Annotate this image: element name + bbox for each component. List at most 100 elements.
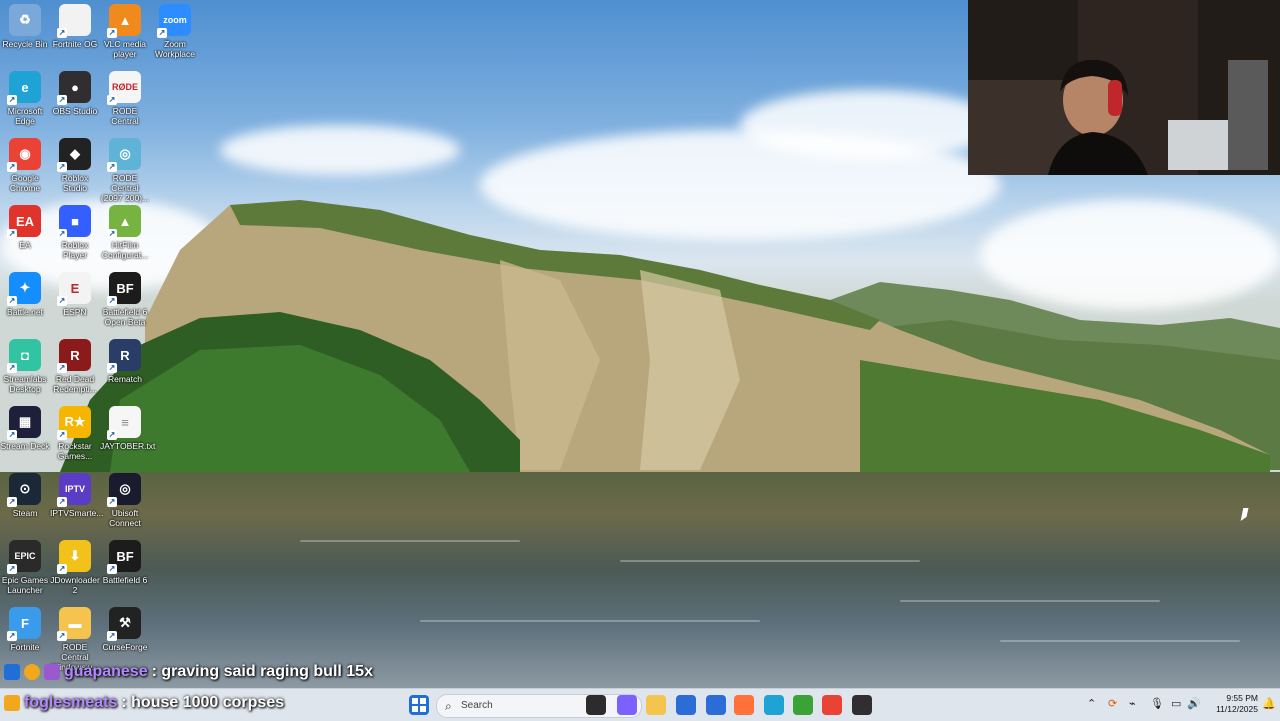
desktop-icon-roblox[interactable]: ■ ↗ Roblox Player [50, 205, 100, 269]
desktop-icon-label: Red Dead Redempti... [53, 374, 97, 394]
water-ripple [420, 620, 760, 622]
desktop-icon-ea[interactable]: EA ↗ EA [0, 205, 50, 269]
steam-icon: ⊙ ↗ [7, 473, 41, 507]
desktop-icon-steam[interactable]: ⊙ ↗ Steam [0, 473, 50, 537]
chat-username: guapanese [64, 663, 148, 680]
streamlabs-icon: ◘ ↗ [7, 339, 41, 373]
show-hidden-icons-chevron-icon[interactable]: ⌃ [1087, 697, 1096, 710]
desktop-icon-rode[interactable]: RØDE ↗ RODE Central [100, 71, 150, 135]
shortcut-arrow-icon: ↗ [107, 430, 117, 440]
desktop-icon-label: RODE Central (2097 200)... [100, 173, 150, 203]
desktop-icon-chrome[interactable]: ◉ ↗ Google Chrome [0, 138, 50, 202]
desktop-icon-battlefield[interactable]: BF ↗ Battlefield 6 [100, 540, 150, 604]
desktop-icon-installer[interactable]: ◎ ↗ RODE Central (2097 200)... [100, 138, 150, 203]
desktop-icon-vlc[interactable]: ▲ ↗ VLC media player [100, 4, 150, 68]
taskbar-edge-icon[interactable] [764, 695, 784, 715]
desktop-icon-iptv[interactable]: IPTV ↗ IPTVSmarte... [50, 473, 103, 537]
shortcut-arrow-icon: ↗ [107, 296, 117, 306]
windows-logo-icon [412, 698, 426, 712]
curseforge-icon: ⚒ ↗ [107, 607, 141, 641]
network-icon[interactable]: ⌁ [1129, 697, 1136, 710]
volume-icon[interactable]: 🔊 [1187, 697, 1201, 710]
clock-date: 11/12/2025 [1216, 704, 1258, 714]
shortcut-arrow-icon: ↗ [57, 497, 67, 507]
desktop-icon-label: EA [19, 240, 31, 250]
shortcut-arrow-icon: ↗ [7, 95, 17, 105]
desktop-icon-label: Google Chrome [9, 173, 41, 193]
battlefield-icon: BF ↗ [107, 540, 141, 574]
taskbar-microsoft-store-icon[interactable] [676, 695, 696, 715]
shortcut-arrow-icon: ↗ [107, 162, 117, 172]
sync-icon[interactable]: ⟳ [1108, 697, 1117, 710]
shortcut-arrow-icon: ↗ [57, 631, 67, 641]
desktop-icon-recycle-bin[interactable]: ♻ Recycle Bin [0, 4, 50, 68]
rdr-icon: R ↗ [57, 339, 91, 373]
desktop-icon-streamdeck[interactable]: ▦ ↗ Stream Deck [0, 406, 50, 470]
shortcut-arrow-icon: ↗ [107, 363, 117, 373]
shortcut-arrow-icon: ↗ [7, 497, 17, 507]
desktop-icon-label: Rematch [107, 374, 142, 384]
rode-icon: RØDE ↗ [107, 71, 141, 105]
microphone-icon[interactable]: 🎙 [1150, 697, 1164, 710]
desktop-icon-jdownloader[interactable]: ⬇ ↗ JDownloader 2 [50, 540, 100, 604]
desktop-icon-label: VLC media player [103, 39, 147, 59]
desktop-icon-label: Rockstar Games... [57, 441, 93, 461]
chat-badge-icon [4, 664, 20, 680]
desktop-icon-label: JAYTOBER.txt [100, 441, 156, 451]
taskbar-visual-studio-icon[interactable] [706, 695, 726, 715]
desktop-icon-epic[interactable]: EPIC ↗ Epic Games Launcher [0, 540, 50, 604]
taskbar-xbox-icon[interactable] [793, 695, 813, 715]
search-icon: ⌕ [445, 699, 452, 713]
taskbar-copilot-icon[interactable] [617, 695, 637, 715]
desktop-icon-android[interactable]: ▲ ↗ HitFilm Configurat... [100, 205, 150, 269]
espn-icon: E ↗ [57, 272, 91, 306]
shortcut-arrow-icon: ↗ [57, 28, 67, 38]
desktop-wallpaper: ♻ Recycle Bin ↗ Fortnite OG ▲ ↗ VLC media play… [0, 0, 1280, 688]
desktop-icon-label: Steam [12, 508, 38, 518]
shortcut-arrow-icon: ↗ [107, 564, 117, 574]
desktop-icon-label: HitFilm Configurat... [101, 240, 149, 260]
text-file-icon: ≡ ↗ [107, 406, 141, 440]
system-clock[interactable]: 9:55 PM 11/12/2025 [1200, 693, 1258, 715]
desktop-icon-label: Roblox Studio [61, 173, 89, 193]
desktop-icon-label: ESPN [63, 307, 87, 317]
start-button[interactable] [409, 695, 429, 715]
shortcut-arrow-icon: ↗ [57, 296, 67, 306]
desktop-icon-roblox-studio[interactable]: ◆ ↗ Roblox Studio [50, 138, 100, 202]
shortcut-arrow-icon: ↗ [57, 430, 67, 440]
desktop-icon-streamlabs[interactable]: ◘ ↗ Streamlabs Desktop [0, 339, 50, 403]
search-box[interactable]: ⌕ Search [436, 694, 642, 718]
display-icon[interactable]: ▭ [1171, 697, 1181, 710]
shortcut-arrow-icon: ↗ [57, 95, 67, 105]
desktop-icon-obs[interactable]: ● ↗ OBS Studio [50, 71, 100, 135]
desktop-icon-rematch[interactable]: R ↗ Rematch [100, 339, 150, 403]
desktop-icon-edge[interactable]: e ↗ Microsoft Edge [0, 71, 50, 135]
desktop-icon-battlefield[interactable]: BF ↗ Battlefield 6 Open Beta [100, 272, 150, 336]
desktop-icon-zoom[interactable]: zoom ↗ Zoom Workplace [150, 4, 200, 68]
taskbar-obs-icon[interactable] [852, 695, 872, 715]
shortcut-arrow-icon: ↗ [107, 631, 117, 641]
taskbar-file-explorer-icon[interactable] [646, 695, 666, 715]
chat-badge-icon [44, 664, 60, 680]
obs-icon: ● ↗ [57, 71, 91, 105]
roblox-studio-icon: ◆ ↗ [57, 138, 91, 172]
desktop-icon-rdr[interactable]: R ↗ Red Dead Redempti... [50, 339, 100, 403]
ubisoft-icon: ◎ ↗ [107, 473, 141, 507]
desktop-icon-text-file[interactable]: ≡ ↗ JAYTOBER.txt [100, 406, 156, 470]
water-ripple [1000, 640, 1240, 642]
taskbar-chrome-icon[interactable] [822, 695, 842, 715]
chrome-icon: ◉ ↗ [7, 138, 41, 172]
shortcut-arrow-icon: ↗ [57, 229, 67, 239]
webcam-overlay [968, 0, 1280, 175]
desktop-icon-espn[interactable]: E ↗ ESPN [50, 272, 100, 336]
installer-icon: ◎ ↗ [107, 138, 141, 172]
desktop-icon-label: Roblox Player [61, 240, 89, 260]
taskbar-task-view-icon[interactable] [586, 695, 606, 715]
desktop-icon-ubisoft[interactable]: ◎ ↗ Ubisoft Connect [100, 473, 150, 537]
desktop-icon-label: Fortnite [10, 642, 40, 652]
taskbar-firefox-icon[interactable] [734, 695, 754, 715]
desktop-icon-battlenet[interactable]: ✦ ↗ Battle.net [0, 272, 50, 336]
desktop-icon-document[interactable]: ↗ Fortnite OG [50, 4, 100, 68]
desktop-icon-rockstar[interactable]: R★ ↗ Rockstar Games... [50, 406, 100, 470]
notification-bell-icon[interactable]: 🔔 [1262, 697, 1276, 710]
